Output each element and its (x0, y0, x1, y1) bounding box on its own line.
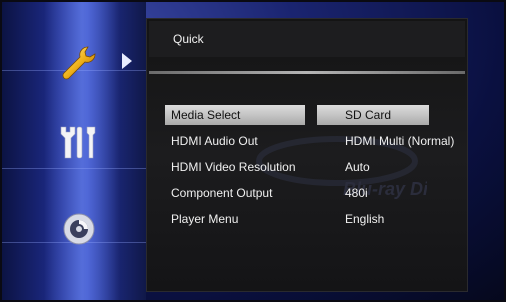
setting-label: HDMI Audio Out (171, 134, 258, 148)
sidebar-item-setup[interactable] (52, 118, 106, 168)
setting-row-component-output[interactable]: Component Output 480i (165, 183, 465, 205)
tools-icon (60, 126, 96, 159)
setting-label: HDMI Video Resolution (171, 160, 296, 174)
settings-screen: Quick Blu-ray Disc Media Select SD Card … (0, 0, 506, 302)
selection-arrow-icon (122, 53, 132, 69)
wrench-icon (62, 46, 96, 80)
settings-panel: Quick Blu-ray Disc Media Select SD Card … (146, 18, 468, 292)
panel-header: Quick (149, 21, 465, 57)
setting-value[interactable]: 480i (317, 183, 429, 203)
setting-value[interactable]: HDMI Multi (Normal) (317, 131, 454, 151)
panel-title: Quick (173, 32, 204, 46)
setting-row-hdmi-audio-out[interactable]: HDMI Audio Out HDMI Multi (Normal) (165, 131, 465, 153)
disc-icon (63, 213, 95, 245)
setting-row-media-select[interactable]: Media Select SD Card (165, 105, 465, 127)
setting-value[interactable]: English (317, 209, 429, 229)
setting-label: Media Select (165, 105, 305, 125)
sidebar-divider (0, 168, 146, 169)
panel-divider (149, 71, 465, 74)
sidebar (0, 0, 146, 302)
setting-label: Component Output (171, 186, 273, 200)
setting-row-player-menu[interactable]: Player Menu English (165, 209, 465, 231)
sidebar-item-disc[interactable] (52, 204, 106, 254)
setting-row-hdmi-video-resolution[interactable]: HDMI Video Resolution Auto (165, 157, 465, 179)
setting-value[interactable]: Auto (317, 157, 429, 177)
setting-value[interactable]: SD Card (317, 105, 429, 125)
setting-label: Player Menu (171, 212, 239, 226)
sidebar-item-quick[interactable] (52, 38, 106, 88)
